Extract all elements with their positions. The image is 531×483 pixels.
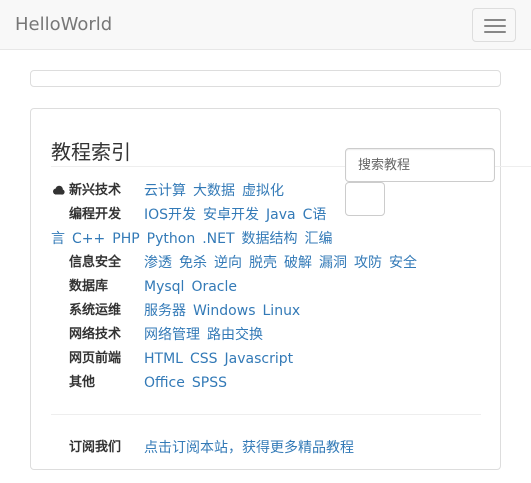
tutorial-link[interactable]: 脱壳 xyxy=(249,255,277,271)
category-label: 系统运维 xyxy=(69,303,122,318)
tutorial-link[interactable]: C语 xyxy=(303,207,327,223)
category-row-database: 数据库 Mysql Oracle xyxy=(0,276,531,298)
menu-toggle-button[interactable] xyxy=(472,8,516,42)
category-links: 网络管理 路由交换 xyxy=(144,324,270,346)
tutorial-link[interactable]: Javascript xyxy=(225,351,294,367)
category-row-emerging: 新兴技术 云计算 大数据 虚拟化 xyxy=(0,180,531,202)
subscribe-link[interactable]: 点击订阅本站，获得更多精品教程 xyxy=(144,440,354,456)
page-title: 教程索引 xyxy=(51,140,131,164)
section-divider xyxy=(51,414,481,415)
hamburger-icon xyxy=(484,19,506,21)
category-row-programming: 编程开发 IOS开发 安卓开发 Java C语 xyxy=(0,204,531,226)
category-links: Mysql Oracle xyxy=(144,276,244,298)
subscribe-links: 点击订阅本站，获得更多精品教程 xyxy=(144,437,361,459)
tutorial-link[interactable]: 漏洞 xyxy=(319,255,347,271)
category-links: IOS开发 安卓开发 Java C语 xyxy=(144,204,326,226)
category-links: 云计算 大数据 虚拟化 xyxy=(144,180,291,202)
tutorial-link[interactable]: PHP xyxy=(112,231,139,247)
navbar: HelloWorld xyxy=(0,0,531,50)
tutorial-link[interactable]: Linux xyxy=(263,303,301,319)
tutorial-link[interactable]: Java xyxy=(266,207,296,223)
category-label: 编程开发 xyxy=(69,207,122,222)
tutorial-link[interactable]: Office xyxy=(144,375,185,391)
category-links: 渗透 免杀 逆向 脱壳 破解 漏洞 攻防 安全 xyxy=(144,252,424,274)
tutorial-link[interactable]: 免杀 xyxy=(179,255,207,271)
category-row-frontend: 网页前端 HTML CSS Javascript xyxy=(0,348,531,370)
tutorial-link[interactable]: 路由交换 xyxy=(207,327,263,343)
category-row-security: 信息安全 渗透 免杀 逆向 脱壳 破解 漏洞 攻防 安全 xyxy=(0,252,531,274)
empty-panel xyxy=(30,70,501,87)
tutorial-link[interactable]: .NET xyxy=(202,231,234,247)
hamburger-icon-bar xyxy=(484,31,506,33)
subscribe-row: 订阅我们 点击订阅本站，获得更多精品教程 xyxy=(0,437,531,459)
search-input[interactable] xyxy=(345,148,495,182)
category-row-network: 网络技术 网络管理 路由交换 xyxy=(0,324,531,346)
category-row-sysops: 系统运维 服务器 Windows Linux xyxy=(0,300,531,322)
tutorial-link[interactable]: 虚拟化 xyxy=(242,183,284,199)
tutorial-link[interactable]: 大数据 xyxy=(193,183,235,199)
category-row-other: 其他 Office SPSS xyxy=(0,372,531,394)
category-links: HTML CSS Javascript xyxy=(144,348,300,370)
tutorial-link[interactable]: 破解 xyxy=(284,255,312,271)
category-links: Office SPSS xyxy=(144,372,234,394)
category-links-wrapped: 言 C++ PHP Python .NET 数据结构 汇编 xyxy=(51,228,340,250)
tutorial-link[interactable]: HTML xyxy=(144,351,183,367)
category-label: 新兴技术 xyxy=(69,183,122,198)
tutorial-link[interactable]: 网络管理 xyxy=(144,327,200,343)
tutorial-link[interactable]: 服务器 xyxy=(144,303,186,319)
hamburger-icon-bar xyxy=(484,25,506,27)
category-label: 网络技术 xyxy=(69,327,122,342)
tutorial-link[interactable]: Windows xyxy=(193,303,256,319)
tutorial-link[interactable]: 安全 xyxy=(389,255,417,271)
category-links: 服务器 Windows Linux xyxy=(144,300,307,322)
category-label: 信息安全 xyxy=(69,255,122,270)
tutorial-link[interactable]: 逆向 xyxy=(214,255,242,271)
cloud-icon xyxy=(53,185,65,195)
tutorial-link[interactable]: 言 xyxy=(51,231,65,247)
tutorial-link[interactable]: Python xyxy=(147,231,196,247)
category-label: 数据库 xyxy=(69,279,109,294)
tutorial-link[interactable]: IOS开发 xyxy=(144,207,196,223)
tutorial-link[interactable]: 攻防 xyxy=(354,255,382,271)
tutorial-link[interactable]: 数据结构 xyxy=(242,231,298,247)
category-label: 网页前端 xyxy=(69,351,122,366)
tutorial-link[interactable]: 渗透 xyxy=(144,255,172,271)
subscribe-label: 订阅我们 xyxy=(69,440,122,455)
brand-link[interactable]: HelloWorld xyxy=(15,14,112,36)
tutorial-link[interactable]: Oracle xyxy=(191,279,237,295)
tutorial-link[interactable]: 安卓开发 xyxy=(203,207,259,223)
category-label: 其他 xyxy=(69,375,96,390)
tutorial-link[interactable]: SPSS xyxy=(192,375,227,391)
tutorial-link[interactable]: Mysql xyxy=(144,279,184,295)
tutorial-link[interactable]: CSS xyxy=(190,351,218,367)
tutorial-link[interactable]: 云计算 xyxy=(144,183,186,199)
tutorial-link[interactable]: C++ xyxy=(72,231,105,247)
tutorial-link[interactable]: 汇编 xyxy=(305,231,333,247)
